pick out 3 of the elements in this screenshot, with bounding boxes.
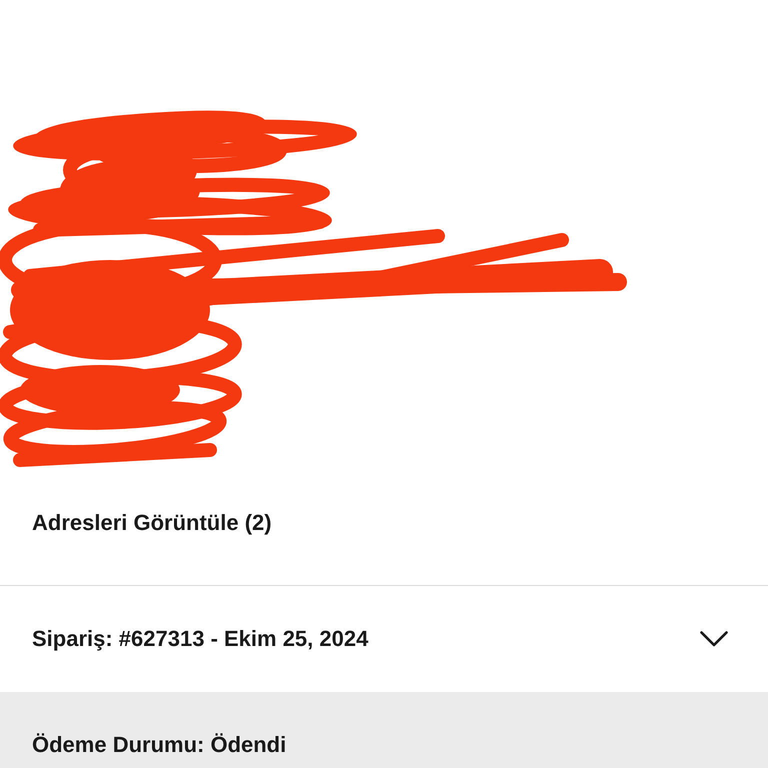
order-title: Sipariş: #627313 - Ekim 25, 2024 bbox=[32, 625, 368, 653]
view-addresses-link[interactable]: Adresleri Görüntüle (2) bbox=[32, 508, 272, 538]
payment-status: Ödeme Durumu: Ödendi bbox=[32, 732, 286, 757]
